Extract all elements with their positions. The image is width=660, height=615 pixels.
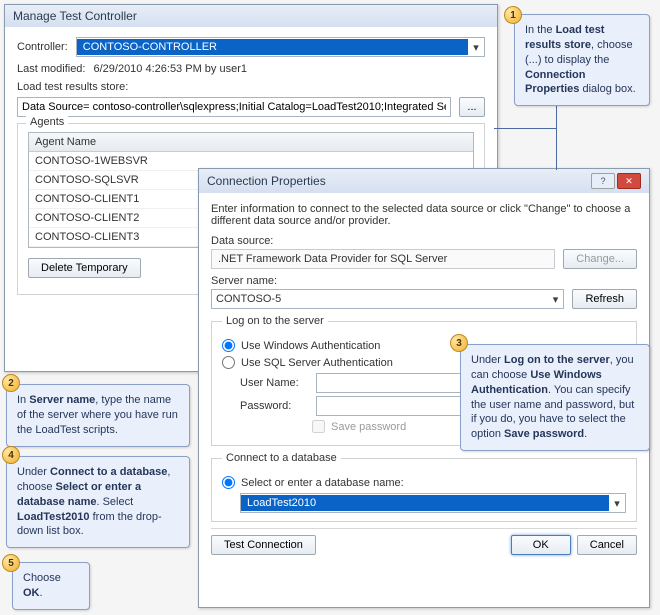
- last-modified-value: 6/29/2010 4:26:53 PM by user1: [93, 63, 247, 75]
- leader-line: [494, 128, 556, 129]
- connect-db-legend: Connect to a database: [222, 452, 341, 464]
- store-label: Load test results store:: [17, 81, 485, 93]
- server-name-value: CONTOSO-5: [212, 293, 547, 305]
- server-name-label: Server name:: [211, 275, 637, 287]
- last-modified-label: Last modified:: [17, 63, 85, 75]
- controller-dropdown[interactable]: CONTOSO-CONTROLLER ▾: [76, 37, 485, 57]
- callout-3: Under Log on to the server, you can choo…: [460, 344, 650, 451]
- callout-4: Under Connect to a database, choose Sele…: [6, 456, 190, 548]
- callout-badge-5: 5: [2, 554, 20, 572]
- sql-auth-radio[interactable]: [222, 356, 235, 369]
- select-db-label: Select or enter a database name:: [241, 477, 404, 489]
- close-icon: ✕: [625, 176, 633, 187]
- save-password-label: Save password: [331, 421, 406, 433]
- chevron-down-icon[interactable]: ▾: [609, 497, 625, 510]
- database-dropdown[interactable]: LoadTest2010 ▾: [240, 493, 626, 513]
- cancel-button[interactable]: Cancel: [577, 535, 637, 555]
- agent-header: Agent Name: [29, 133, 473, 152]
- logon-legend: Log on to the server: [222, 315, 328, 327]
- data-source-value: .NET Framework Data Provider for SQL Ser…: [211, 249, 555, 269]
- store-ellipsis-button[interactable]: ...: [459, 97, 485, 117]
- select-db-radio[interactable]: [222, 476, 235, 489]
- chevron-down-icon[interactable]: ▾: [468, 41, 484, 54]
- password-label: Password:: [240, 400, 310, 412]
- manage-titlebar: Manage Test Controller: [5, 5, 497, 27]
- conn-titlebar: Connection Properties ? ✕: [199, 169, 649, 193]
- agents-legend: Agents: [26, 116, 68, 128]
- controller-label: Controller:: [17, 41, 68, 53]
- test-connection-button[interactable]: Test Connection: [211, 535, 316, 555]
- refresh-button[interactable]: Refresh: [572, 289, 637, 309]
- win-auth-label: Use Windows Authentication: [241, 340, 380, 352]
- save-password-checkbox: [312, 420, 325, 433]
- callout-badge-4: 4: [2, 446, 20, 464]
- help-button[interactable]: ?: [591, 173, 615, 189]
- callout-1: In the Load test results store, choose (…: [514, 14, 650, 106]
- callout-5: Choose OK.: [12, 562, 90, 610]
- username-label: User Name:: [240, 377, 310, 389]
- change-button[interactable]: Change...: [563, 249, 637, 269]
- ok-button[interactable]: OK: [511, 535, 571, 555]
- conn-title: Connection Properties: [207, 174, 326, 188]
- chevron-down-icon[interactable]: ▾: [547, 293, 563, 306]
- callout-badge-2: 2: [2, 374, 20, 392]
- database-selected: LoadTest2010: [241, 495, 609, 511]
- win-auth-radio[interactable]: [222, 339, 235, 352]
- separator: [211, 528, 637, 529]
- callout-badge-3: 3: [450, 334, 468, 352]
- conn-intro: Enter information to connect to the sele…: [211, 203, 637, 227]
- controller-selected: CONTOSO-CONTROLLER: [77, 39, 468, 55]
- delete-temporary-button[interactable]: Delete Temporary: [28, 258, 141, 278]
- server-name-dropdown[interactable]: CONTOSO-5 ▾: [211, 289, 564, 309]
- store-input[interactable]: [17, 97, 451, 117]
- manage-title: Manage Test Controller: [13, 9, 137, 23]
- data-source-label: Data source:: [211, 235, 637, 247]
- sql-auth-label: Use SQL Server Authentication: [241, 357, 393, 369]
- close-button[interactable]: ✕: [617, 173, 641, 189]
- callout-2: In Server name, type the name of the ser…: [6, 384, 190, 447]
- connect-db-fieldset: Connect to a database Select or enter a …: [211, 452, 637, 522]
- callout-badge-1: 1: [504, 6, 522, 24]
